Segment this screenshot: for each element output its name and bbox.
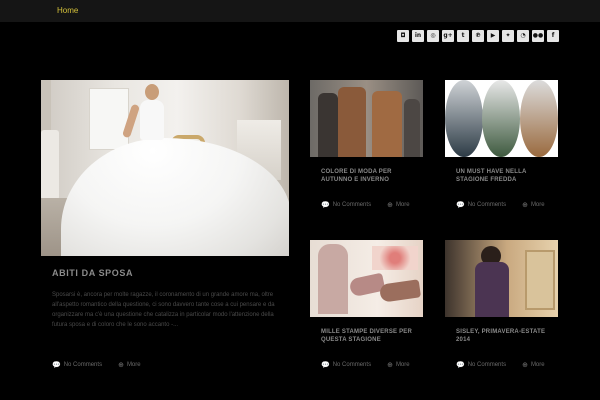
comments-icon: 💬 xyxy=(321,201,330,209)
facebook-icon-glyph: f xyxy=(551,32,555,39)
rss-icon[interactable]: ◔ xyxy=(517,30,529,42)
instagram-icon-glyph: ◘ xyxy=(400,32,406,39)
comments-icon: 💬 xyxy=(321,361,330,369)
featured-post-meta: 💬 No Comments ⊕ More xyxy=(52,361,141,369)
post-2-title[interactable]: UN MUST HAVE NELLA STAGIONE FREDDA xyxy=(456,168,548,184)
shoe-decor xyxy=(378,279,422,303)
tumblr-icon[interactable]: t xyxy=(457,30,469,42)
comments-link[interactable]: No Comments xyxy=(333,202,371,208)
sofa-decor xyxy=(41,130,59,200)
post-2-meta: 💬 No Comments ⊕ More xyxy=(456,201,545,209)
more-link[interactable]: More xyxy=(531,362,545,368)
post-2-image[interactable] xyxy=(445,80,558,157)
bride-torso xyxy=(140,100,164,140)
linkedin-icon[interactable]: in xyxy=(412,30,424,42)
comments-link[interactable]: No Comments xyxy=(333,362,371,368)
google-plus-icon[interactable]: g+ xyxy=(442,30,454,42)
model-figure xyxy=(318,93,338,157)
instagram-icon[interactable]: ◘ xyxy=(397,30,409,42)
nav-home-link[interactable]: Home xyxy=(57,6,78,15)
model-oval xyxy=(482,80,520,157)
social-icons-bar: ◘ in ◎ g+ t ℗ ▶ ✦ ◔ ●● f xyxy=(397,30,559,42)
post-1-title[interactable]: COLORE DI MODA PER AUTUNNO E INVERNO xyxy=(321,168,413,184)
post-3-meta: 💬 No Comments ⊕ More xyxy=(321,361,410,369)
google-plus-icon-glyph: g+ xyxy=(443,32,453,39)
flickr-icon[interactable]: ●● xyxy=(532,30,544,42)
featured-post-excerpt: Sposarsi è, ancora per molte ragazze, il… xyxy=(52,292,275,328)
featured-post-image[interactable] xyxy=(41,80,289,256)
comments-link[interactable]: No Comments xyxy=(64,362,102,368)
twitter-icon-glyph: ✦ xyxy=(505,32,511,39)
bride-head xyxy=(145,84,159,100)
flickr-icon-glyph: ●● xyxy=(532,32,544,39)
linkedin-icon-glyph: in xyxy=(414,32,422,39)
top-navigation-bar: Home xyxy=(0,0,600,22)
more-icon: ⊕ xyxy=(522,361,528,369)
comments-icon: 💬 xyxy=(456,361,465,369)
rss-icon-glyph: ◔ xyxy=(520,32,526,39)
comments-link[interactable]: No Comments xyxy=(468,362,506,368)
model-figure xyxy=(404,99,420,157)
post-3-image[interactable] xyxy=(310,240,423,317)
twitter-icon[interactable]: ✦ xyxy=(502,30,514,42)
youtube-icon-glyph: ▶ xyxy=(490,32,496,39)
model-oval xyxy=(520,80,558,157)
comments-icon: 💬 xyxy=(456,201,465,209)
post-1-image[interactable] xyxy=(310,80,423,157)
facebook-icon[interactable]: f xyxy=(547,30,559,42)
model-oval xyxy=(445,80,483,157)
comments-link[interactable]: No Comments xyxy=(468,202,506,208)
more-link[interactable]: More xyxy=(396,202,410,208)
more-icon: ⊕ xyxy=(118,361,124,369)
pinterest-icon-glyph: ℗ xyxy=(475,32,481,39)
featured-post-title[interactable]: ABITI DA SPOSA xyxy=(52,268,133,278)
more-link[interactable]: More xyxy=(531,202,545,208)
post-3-title[interactable]: MILLE STAMPE DIVERSE PER QUESTA STAGIONE xyxy=(321,328,413,344)
more-icon: ⊕ xyxy=(387,361,393,369)
post-4-meta: 💬 No Comments ⊕ More xyxy=(456,361,545,369)
pinterest-icon[interactable]: ℗ xyxy=(472,30,484,42)
window-decor xyxy=(89,88,129,150)
youtube-icon[interactable]: ▶ xyxy=(487,30,499,42)
tumblr-icon-glyph: t xyxy=(461,32,465,39)
model-dress xyxy=(475,262,509,317)
model-figure xyxy=(338,87,366,157)
dribbble-icon[interactable]: ◎ xyxy=(427,30,439,42)
model-figure xyxy=(318,244,348,314)
door-decor xyxy=(525,250,555,310)
floral-print xyxy=(372,246,418,270)
post-1-meta: 💬 No Comments ⊕ More xyxy=(321,201,410,209)
model-figure xyxy=(372,91,402,157)
more-icon: ⊕ xyxy=(522,201,528,209)
more-link[interactable]: More xyxy=(127,362,141,368)
more-link[interactable]: More xyxy=(396,362,410,368)
post-4-title[interactable]: SISLEY, PRIMAVERA-ESTATE 2014 xyxy=(456,328,548,344)
comments-icon: 💬 xyxy=(52,361,61,369)
dribbble-icon-glyph: ◎ xyxy=(430,32,436,39)
more-icon: ⊕ xyxy=(387,201,393,209)
post-4-image[interactable] xyxy=(445,240,558,317)
